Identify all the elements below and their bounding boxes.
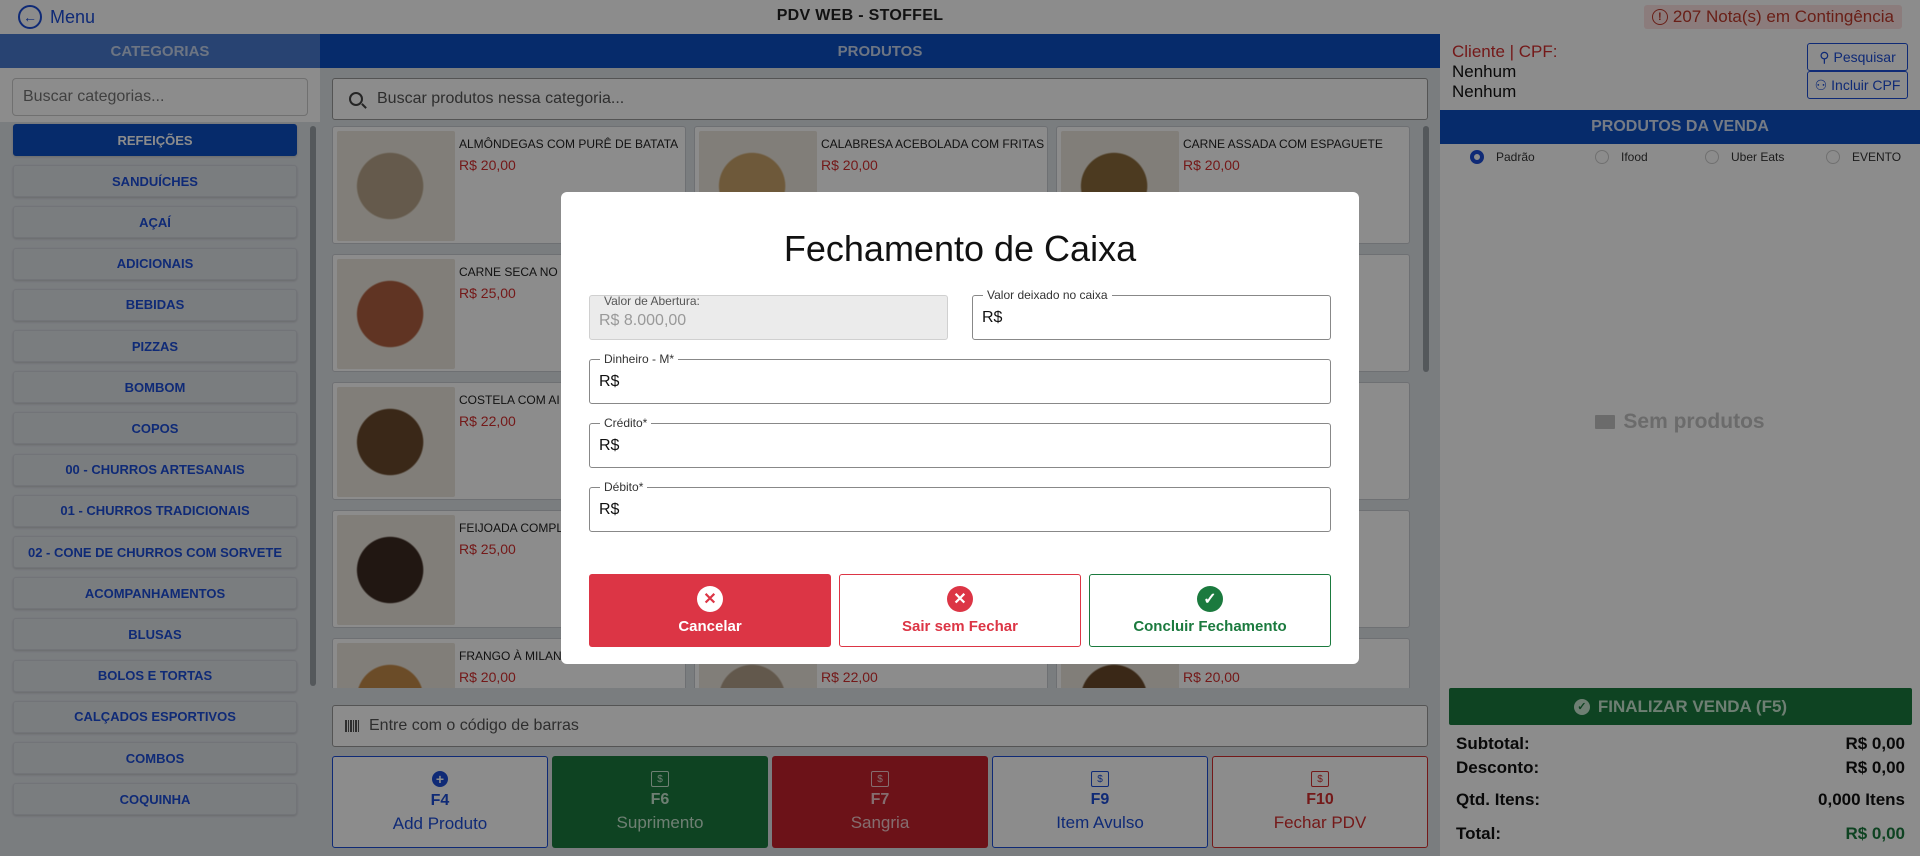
cancelar-label: Cancelar (678, 618, 742, 635)
field-label: Débito* (600, 481, 648, 493)
field-value: R$ (599, 437, 620, 454)
sair-sem-fechar-button[interactable]: ✕ Sair sem Fechar (839, 574, 1081, 647)
check-circle-icon: ✓ (1197, 586, 1223, 612)
field-label: Valor deixado no caixa (983, 289, 1112, 301)
concluir-fechamento-button[interactable]: ✓ Concluir Fechamento (1089, 574, 1331, 647)
cancelar-button[interactable]: ✕ Cancelar (589, 574, 831, 647)
field-label: Dinheiro - M* (600, 353, 679, 365)
concluir-label: Concluir Fechamento (1133, 618, 1287, 635)
sair-label: Sair sem Fechar (902, 618, 1018, 635)
modal-title: Fechamento de Caixa (783, 228, 1137, 269)
debito-field[interactable]: Débito* R$ (589, 481, 1331, 532)
fechamento-caixa-modal: Fechamento de Caixa Valor de Abertura: R… (561, 192, 1359, 664)
valor-deixado-field[interactable]: Valor deixado no caixa R$ (972, 289, 1331, 340)
field-label: Valor de Abertura: (604, 294, 700, 308)
field-value: R$ (599, 501, 620, 518)
field-value: R$ 8.000,00 (599, 312, 687, 329)
close-circle-icon: ✕ (697, 586, 723, 612)
field-value: R$ (599, 373, 620, 390)
field-label: Crédito* (600, 417, 652, 429)
dinheiro-field[interactable]: Dinheiro - M* R$ (589, 353, 1331, 404)
field-value: R$ (982, 309, 1003, 326)
close-circle-icon: ✕ (947, 586, 973, 612)
credito-field[interactable]: Crédito* R$ (589, 417, 1331, 468)
valor-abertura-field: Valor de Abertura: R$ 8.000,00 (589, 295, 948, 340)
